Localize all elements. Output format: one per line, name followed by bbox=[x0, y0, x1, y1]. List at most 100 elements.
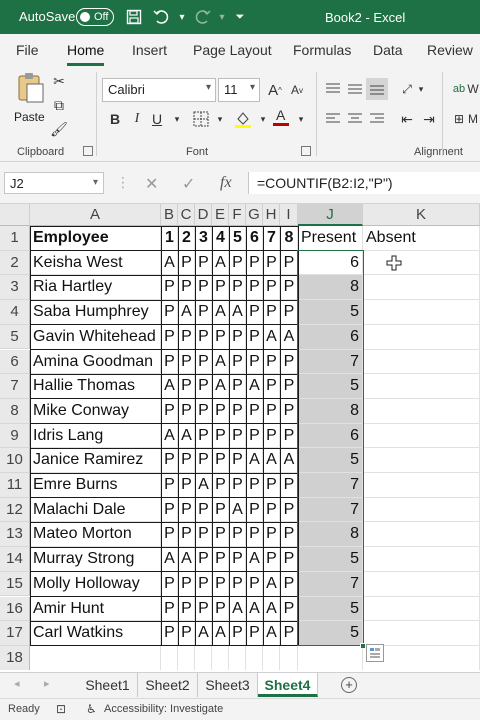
employee-name-cell[interactable]: Gavin Whitehead bbox=[30, 325, 161, 350]
attendance-cell[interactable]: P bbox=[195, 572, 212, 597]
attendance-cell[interactable]: P bbox=[195, 374, 212, 399]
tab-insert[interactable]: Insert bbox=[132, 42, 167, 58]
fill-color-icon[interactable] bbox=[232, 108, 254, 130]
customize-qat-icon[interactable]: ⏷ bbox=[230, 7, 250, 27]
attendance-cell[interactable]: P bbox=[280, 522, 298, 547]
attendance-cell[interactable]: P bbox=[263, 473, 280, 498]
attendance-cell[interactable]: A bbox=[195, 473, 212, 498]
attendance-cell[interactable]: A bbox=[280, 448, 298, 473]
attendance-cell[interactable]: P bbox=[246, 300, 263, 325]
employee-name-cell[interactable]: Idris Lang bbox=[30, 424, 161, 449]
attendance-cell[interactable]: P bbox=[161, 522, 178, 547]
attendance-cell[interactable]: A bbox=[263, 572, 280, 597]
attendance-cell[interactable]: P bbox=[178, 498, 195, 523]
attendance-cell[interactable]: A bbox=[161, 424, 178, 449]
attendance-cell[interactable]: P bbox=[229, 251, 246, 276]
copy-icon[interactable]: ⧉ bbox=[48, 94, 70, 116]
font-color-icon[interactable]: A bbox=[270, 106, 292, 128]
attendance-cell[interactable]: P bbox=[263, 498, 280, 523]
employee-name-cell[interactable]: Emre Burns bbox=[30, 473, 161, 498]
header-employee[interactable]: Employee bbox=[30, 226, 161, 251]
attendance-cell[interactable]: P bbox=[212, 572, 229, 597]
redo-dropdown-icon[interactable]: ▾ bbox=[212, 7, 232, 27]
attendance-cell[interactable]: P bbox=[195, 597, 212, 622]
attendance-cell[interactable]: P bbox=[161, 300, 178, 325]
underline-icon[interactable]: U bbox=[146, 108, 168, 130]
header-day[interactable]: 6 bbox=[246, 226, 263, 251]
decrease-font-icon[interactable]: Av bbox=[286, 79, 308, 101]
header-absent[interactable]: Absent bbox=[363, 226, 480, 251]
cut-icon[interactable]: ✂ bbox=[48, 70, 70, 92]
attendance-cell[interactable]: P bbox=[246, 621, 263, 646]
attendance-cell[interactable]: P bbox=[263, 374, 280, 399]
attendance-cell[interactable]: P bbox=[212, 522, 229, 547]
row-header[interactable]: 5 bbox=[0, 324, 30, 350]
attendance-cell[interactable]: P bbox=[280, 350, 298, 375]
attendance-cell[interactable]: A bbox=[178, 547, 195, 572]
attendance-cell[interactable]: P bbox=[280, 424, 298, 449]
attendance-cell[interactable]: P bbox=[195, 300, 212, 325]
sheet-tab-sheet3[interactable]: Sheet3 bbox=[198, 673, 258, 697]
attendance-cell[interactable]: P bbox=[161, 572, 178, 597]
employee-name-cell[interactable]: Saba Humphrey bbox=[30, 300, 161, 325]
attendance-cell[interactable]: P bbox=[263, 350, 280, 375]
attendance-cell[interactable]: P bbox=[280, 374, 298, 399]
attendance-cell[interactable]: P bbox=[229, 572, 246, 597]
attendance-cell[interactable]: P bbox=[246, 251, 263, 276]
attendance-cell[interactable]: P bbox=[195, 325, 212, 350]
attendance-cell[interactable]: P bbox=[263, 300, 280, 325]
column-header-f[interactable]: F bbox=[229, 204, 246, 226]
font-size-select[interactable]: 11 ▾ bbox=[218, 78, 260, 102]
attendance-cell[interactable]: P bbox=[263, 547, 280, 572]
cancel-entry-icon[interactable]: ✕ bbox=[145, 174, 158, 194]
attendance-cell[interactable]: P bbox=[178, 597, 195, 622]
attendance-cell[interactable]: P bbox=[246, 399, 263, 424]
sheet-tab-sheet4[interactable]: Sheet4 bbox=[258, 673, 318, 697]
row-header[interactable]: 12 bbox=[0, 497, 30, 523]
column-header-d[interactable]: D bbox=[195, 204, 212, 226]
employee-name-cell[interactable]: Janice Ramirez bbox=[30, 448, 161, 473]
attendance-cell[interactable]: A bbox=[195, 621, 212, 646]
attendance-cell[interactable]: A bbox=[212, 350, 229, 375]
column-header-e[interactable]: E bbox=[212, 204, 229, 226]
quick-analysis-icon[interactable] bbox=[366, 643, 384, 662]
attendance-cell[interactable]: P bbox=[246, 350, 263, 375]
attendance-cell[interactable]: P bbox=[195, 424, 212, 449]
undo-dropdown-icon[interactable]: ▾ bbox=[172, 7, 192, 27]
attendance-cell[interactable]: P bbox=[178, 399, 195, 424]
row-header[interactable]: 16 bbox=[0, 596, 30, 622]
row-header[interactable]: 9 bbox=[0, 423, 30, 449]
employee-name-cell[interactable]: Mateo Morton bbox=[30, 522, 161, 547]
increase-indent-icon[interactable]: ⇥ bbox=[418, 108, 440, 130]
redo-icon[interactable] bbox=[192, 7, 212, 27]
column-header-c[interactable]: C bbox=[178, 204, 195, 226]
row-header[interactable]: 14 bbox=[0, 547, 30, 572]
header-day[interactable]: 8 bbox=[280, 226, 298, 251]
attendance-cell[interactable]: P bbox=[161, 621, 178, 646]
row-header[interactable]: 15 bbox=[0, 571, 30, 597]
align-bottom-icon[interactable] bbox=[366, 78, 388, 100]
attendance-cell[interactable]: P bbox=[280, 597, 298, 622]
attendance-cell[interactable]: A bbox=[246, 547, 263, 572]
attendance-cell[interactable]: A bbox=[161, 374, 178, 399]
attendance-cell[interactable]: P bbox=[161, 473, 178, 498]
attendance-cell[interactable]: P bbox=[178, 374, 195, 399]
attendance-cell[interactable]: P bbox=[212, 399, 229, 424]
chevron-down-icon[interactable]: ▾ bbox=[290, 108, 312, 130]
accessibility-status[interactable]: Accessibility: Investigate bbox=[104, 703, 223, 715]
row-header[interactable]: 2 bbox=[0, 250, 30, 276]
confirm-entry-icon[interactable]: ✓ bbox=[182, 174, 195, 194]
header-day[interactable]: 2 bbox=[178, 226, 195, 251]
attendance-cell[interactable]: P bbox=[246, 522, 263, 547]
header-day[interactable]: 5 bbox=[229, 226, 246, 251]
attendance-cell[interactable]: P bbox=[178, 473, 195, 498]
attendance-cell[interactable]: P bbox=[280, 621, 298, 646]
attendance-cell[interactable]: A bbox=[161, 251, 178, 276]
attendance-cell[interactable]: A bbox=[212, 621, 229, 646]
attendance-cell[interactable]: P bbox=[161, 597, 178, 622]
attendance-cell[interactable]: P bbox=[229, 275, 246, 300]
attendance-cell[interactable]: P bbox=[212, 473, 229, 498]
employee-name-cell[interactable]: Keisha West bbox=[30, 251, 161, 276]
autosave-toggle[interactable]: Off bbox=[76, 8, 114, 26]
attendance-cell[interactable]: P bbox=[178, 572, 195, 597]
